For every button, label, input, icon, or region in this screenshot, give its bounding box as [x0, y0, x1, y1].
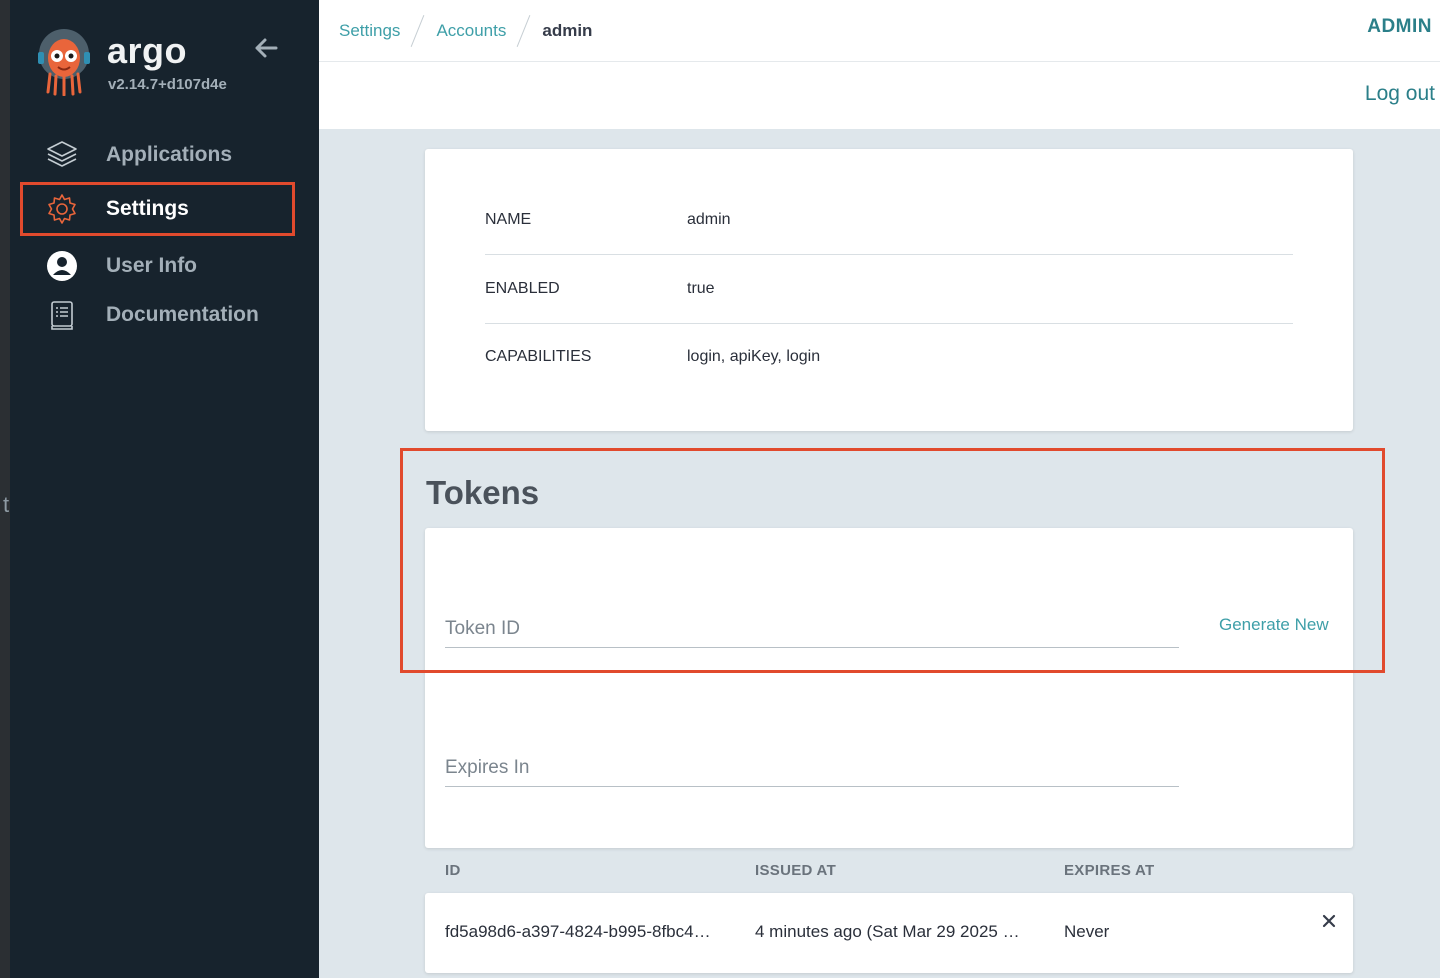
sidebar-item-label: Settings: [106, 197, 189, 220]
sidebar: argo v2.14.7+d107d4e Applications Settin…: [10, 0, 319, 978]
brand-name: argo: [107, 30, 188, 71]
top-bar: Settings Accounts admin ADMIN: [319, 0, 1440, 62]
info-row-capabilities: CAPABILITIES login, apiKey, login: [485, 324, 1293, 392]
breadcrumb-accounts[interactable]: Accounts: [436, 21, 506, 41]
tokens-form-card: Token ID Generate New Expires In: [425, 528, 1353, 848]
column-header-expires-at: EXPIRES AT: [1064, 862, 1155, 879]
breadcrumb-separator: [410, 16, 426, 46]
collapse-sidebar-arrow-icon[interactable]: [250, 32, 282, 64]
sidebar-item-settings[interactable]: Settings: [20, 182, 295, 236]
generate-new-button[interactable]: Generate New: [1219, 615, 1329, 635]
expires-in-input[interactable]: Expires In: [445, 727, 1179, 787]
sidebar-item-user-info[interactable]: User Info: [20, 239, 295, 293]
sidebar-item-label: Documentation: [106, 303, 259, 326]
tokens-table-header: ID ISSUED AT EXPIRES AT: [425, 860, 1353, 884]
argo-logo-icon: [36, 28, 92, 97]
logout-button[interactable]: Log out: [1365, 82, 1435, 106]
delete-token-close-icon[interactable]: [1318, 910, 1340, 932]
expires-in-placeholder: Expires In: [445, 757, 530, 778]
column-header-issued-at: ISSUED AT: [755, 862, 837, 879]
column-header-id: ID: [445, 862, 461, 879]
token-issued-at-cell: 4 minutes ago (Sat Mar 29 2025 …: [755, 922, 1020, 941]
breadcrumb-current: admin: [542, 21, 593, 40]
token-id-input[interactable]: Token ID: [445, 588, 1179, 648]
action-bar: Log out: [319, 62, 1440, 129]
sidebar-item-applications[interactable]: Applications: [20, 128, 295, 182]
layers-icon: [44, 137, 80, 173]
info-key: ENABLED: [485, 280, 560, 297]
token-expires-at-cell: Never: [1064, 922, 1110, 941]
info-key: CAPABILITIES: [485, 348, 592, 365]
info-value: true: [687, 280, 715, 297]
sidebar-item-label: Applications: [106, 143, 233, 166]
user-circle-icon: [44, 248, 80, 284]
info-row-name: NAME admin: [485, 187, 1293, 255]
sidebar-item-label: User Info: [106, 254, 198, 277]
info-value: login, apiKey, login: [687, 348, 821, 365]
info-value: admin: [687, 211, 731, 228]
current-user-label: ADMIN: [1367, 16, 1432, 37]
table-row: fd5a98d6-a397-4824-b995-8fbc4… 4 minutes…: [425, 893, 1353, 973]
tokens-heading: Tokens: [426, 474, 540, 511]
version-label: v2.14.7+d107d4e: [108, 76, 227, 93]
edge-glyph: t: [3, 492, 10, 517]
info-key: NAME: [485, 211, 532, 228]
breadcrumb-separator: [516, 16, 532, 46]
breadcrumb-settings[interactable]: Settings: [339, 21, 400, 41]
breadcrumb: Settings Accounts admin: [339, 16, 592, 46]
token-id-placeholder: Token ID: [445, 618, 520, 639]
sidebar-item-documentation[interactable]: Documentation: [20, 288, 295, 342]
document-book-icon: [44, 297, 80, 333]
token-id-cell: fd5a98d6-a397-4824-b995-8fbc4…: [445, 922, 711, 941]
gear-icon: [44, 191, 80, 227]
window-edge: t: [0, 0, 10, 978]
info-row-enabled: ENABLED true: [485, 256, 1293, 324]
account-info-card: NAME admin ENABLED true CAPABILITIES log…: [425, 149, 1353, 431]
